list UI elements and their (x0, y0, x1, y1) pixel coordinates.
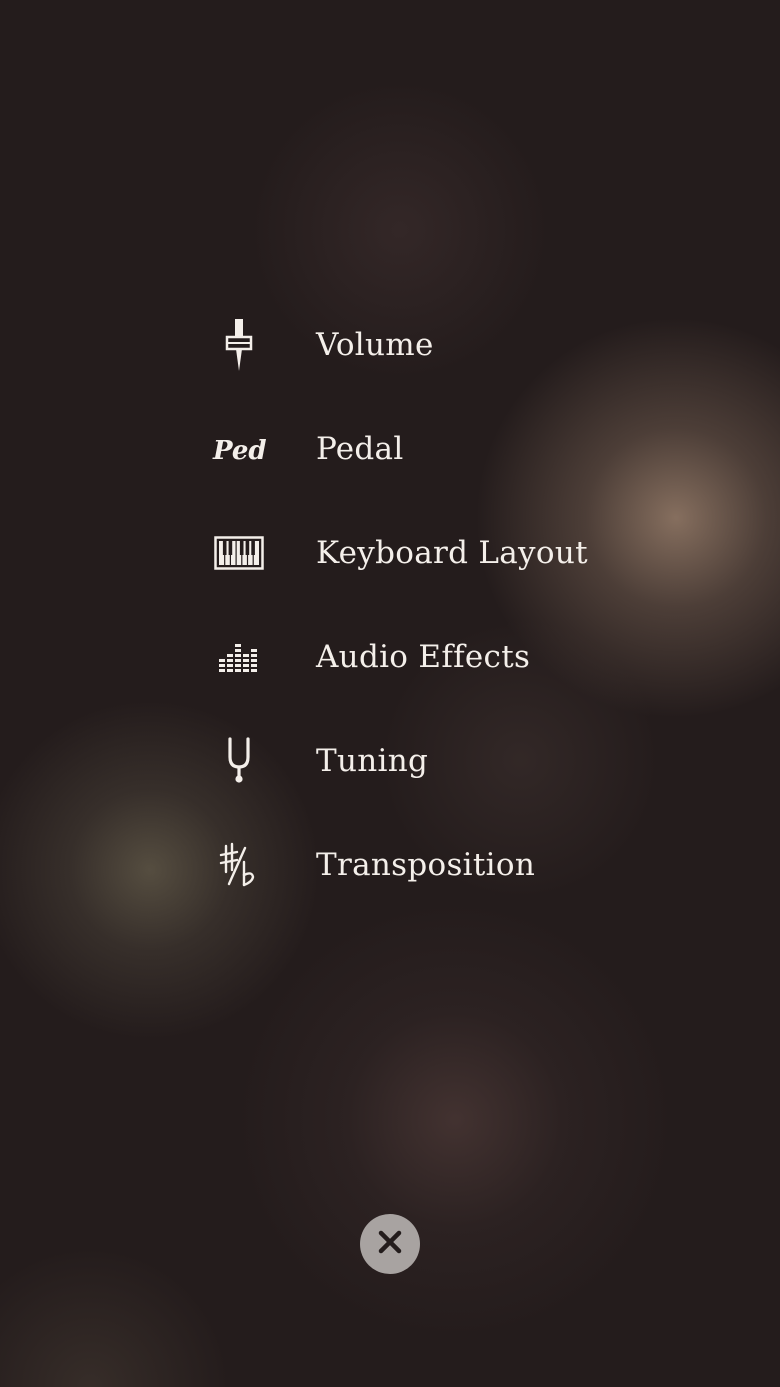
equalizer-icon (205, 627, 273, 687)
piano-keyboard-icon (205, 523, 273, 583)
menu-item-label: Keyboard Layout (316, 535, 588, 571)
volume-fader-icon (205, 315, 273, 375)
menu-item-volume[interactable]: Volume (205, 293, 625, 397)
menu-item-label: Volume (316, 327, 434, 363)
tuning-fork-icon (205, 731, 273, 791)
settings-menu: Volume Ped. Pedal (205, 293, 625, 917)
pedal-ped-icon: Ped. (205, 419, 273, 479)
menu-item-label: Tuning (316, 743, 429, 779)
menu-item-pedal[interactable]: Ped. Pedal (205, 397, 625, 501)
close-button[interactable] (360, 1214, 420, 1274)
menu-item-keyboard-layout[interactable]: Keyboard Layout (205, 501, 625, 605)
menu-item-audio-effects[interactable]: Audio Effects (205, 605, 625, 709)
svg-text:Ped.: Ped. (212, 436, 267, 466)
close-icon (376, 1228, 404, 1260)
menu-item-label: Audio Effects (316, 639, 531, 675)
menu-item-tuning[interactable]: Tuning (205, 709, 625, 813)
sharp-flat-icon (205, 835, 273, 895)
menu-item-label: Pedal (316, 431, 404, 467)
menu-item-label: Transposition (316, 847, 536, 883)
menu-item-transposition[interactable]: Transposition (205, 813, 625, 917)
